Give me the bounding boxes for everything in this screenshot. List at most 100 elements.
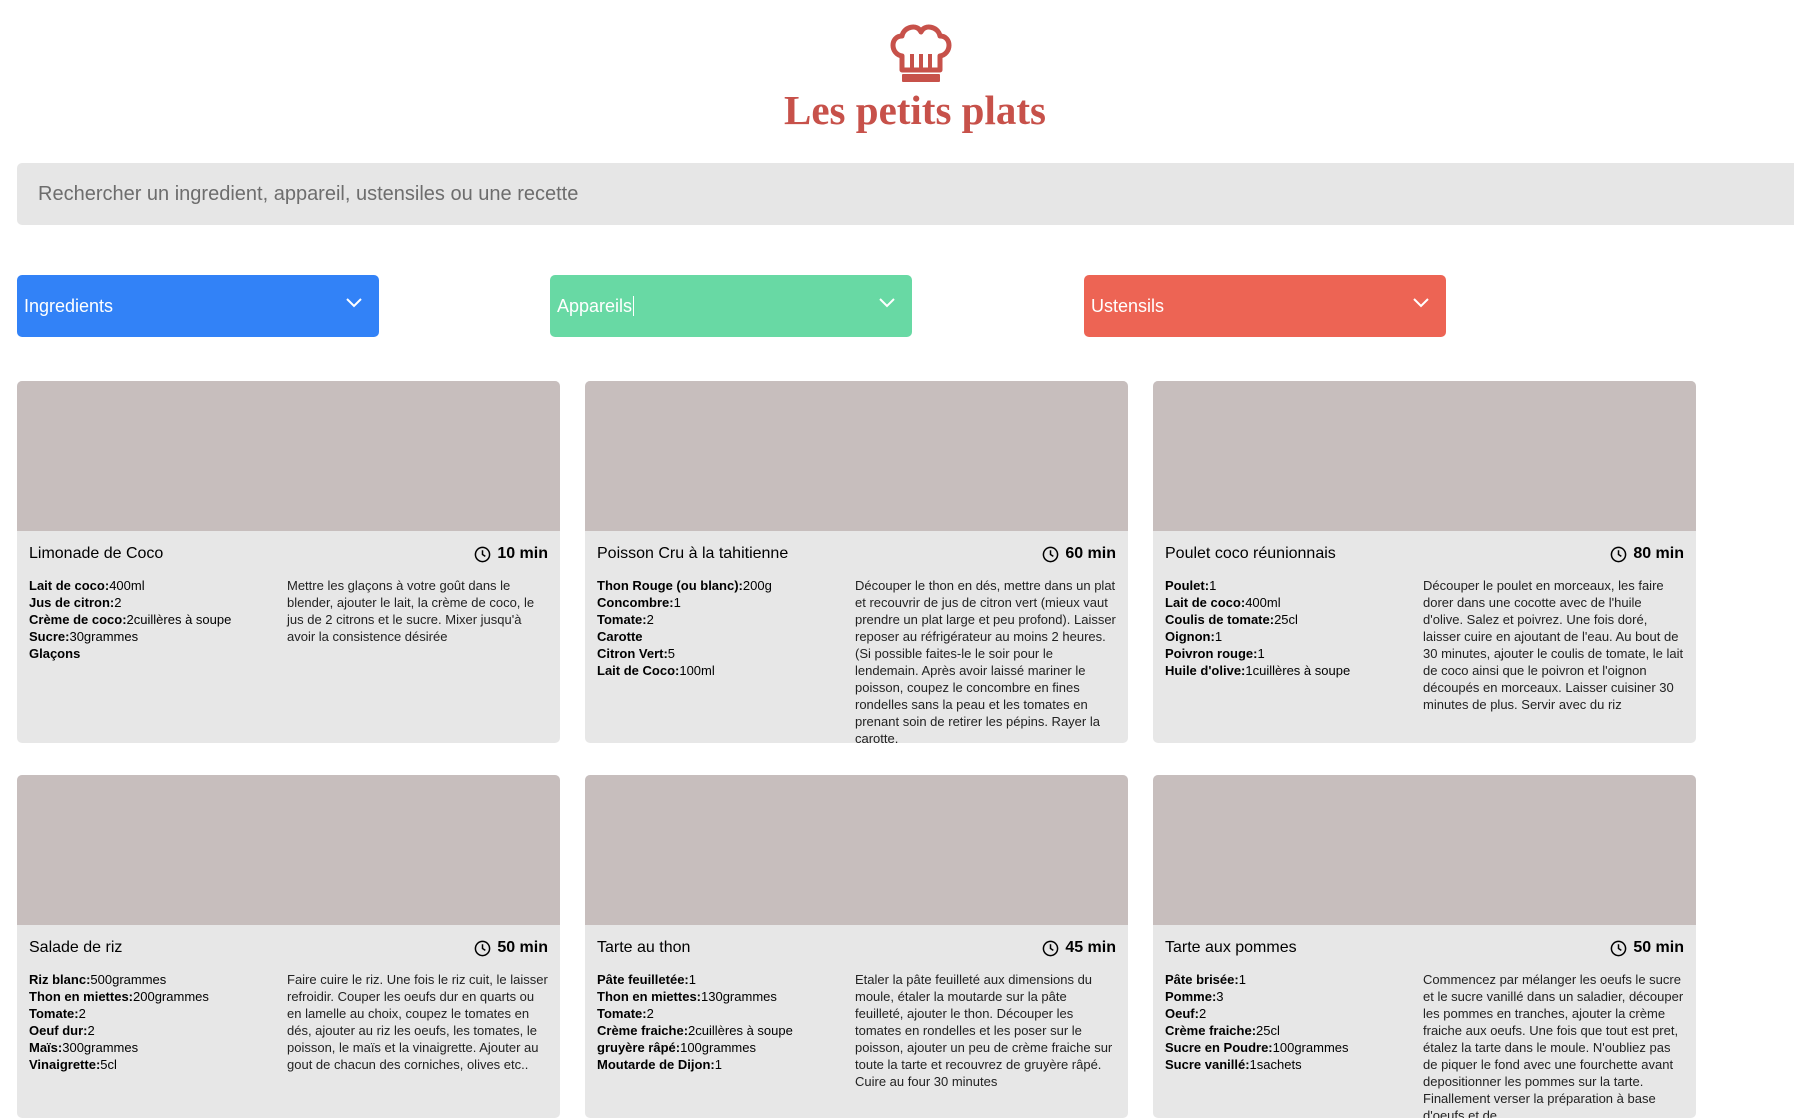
ingredient-item: Sucre en Poudre:100grammes	[1165, 1039, 1415, 1056]
ingredient-name: Lait de coco:	[29, 578, 110, 593]
ingredient-item: gruyère râpé:100grammes	[597, 1039, 847, 1056]
ingredient-item: Sucre vanillé:1sachets	[1165, 1056, 1415, 1073]
ingredient-name: Thon en miettes:	[597, 989, 702, 1004]
ingredient-quantity: 1cuillères à soupe	[1245, 663, 1351, 678]
ingredients-dropdown[interactable]: Ingredients	[17, 275, 379, 337]
recipe-card[interactable]: Salade de riz 50 min Riz blanc:500gramme…	[17, 775, 560, 1118]
ingredient-item: Lait de coco:400ml	[1165, 594, 1415, 611]
ingredient-name: Carotte	[597, 629, 643, 644]
ingredient-item: Pâte brisée:1	[1165, 971, 1415, 988]
ingredient-name: Lait de Coco:	[597, 663, 680, 678]
ingredient-name: Thon en miettes:	[29, 989, 134, 1004]
ustensils-dropdown[interactable]: Ustensils	[1084, 275, 1446, 337]
recipe-title: Salade de riz	[29, 939, 123, 956]
recipe-card[interactable]: Poisson Cru à la tahitienne 60 min Thon …	[585, 381, 1128, 743]
dropdown-label: Appareils	[557, 295, 633, 316]
ingredient-name: Oignon:	[1165, 629, 1215, 644]
ingredient-quantity: 1	[1214, 629, 1223, 644]
ingredient-name: Crème fraiche:	[597, 1023, 689, 1038]
ingredient-name: Vinaigrette:	[29, 1057, 101, 1072]
recipe-image	[1153, 775, 1696, 925]
ingredient-list: Poulet:1 Lait de coco:400ml Coulis de toma…	[1165, 577, 1415, 679]
header: Les petits plats	[0, 0, 1794, 150]
recipe-time: 50 min	[1610, 939, 1684, 957]
recipe-header: Tarte aux pommes 50 min	[1165, 939, 1684, 961]
ingredient-list: Thon Rouge (ou blanc):200g Concombre:1 Tom…	[597, 577, 847, 679]
ingredient-name: Tomate:	[29, 1006, 79, 1021]
ingredient-quantity: 300grammes	[62, 1040, 139, 1055]
recipe-image	[17, 381, 560, 531]
search-input[interactable]	[17, 163, 1794, 225]
ingredient-quantity: 25cl	[1274, 612, 1298, 627]
ingredient-name: Sucre vanillé:	[1165, 1057, 1250, 1072]
ingredient-name: Maïs:	[29, 1040, 63, 1055]
ingredient-quantity: 2cuillères à soupe	[126, 612, 232, 627]
ingredient-list: Pâte feuilletée:1 Thon en miettes:130gram…	[597, 971, 847, 1073]
ingredient-quantity: 2	[1198, 1006, 1207, 1021]
ingredient-list: Lait de coco:400ml Jus de citron:2 Crème d…	[29, 577, 279, 662]
ingredient-item: Tomate:2	[597, 1005, 847, 1022]
dropdown-label: Ustensils	[1091, 295, 1165, 316]
ingredient-item: Lait de coco:400ml	[29, 577, 279, 594]
ingredient-item: Thon en miettes:130grammes	[597, 988, 847, 1005]
ingredient-name: Crème fraiche:	[1165, 1023, 1257, 1038]
ingredient-item: Citron Vert:5	[597, 645, 847, 662]
recipe-image	[1153, 381, 1696, 531]
ingredient-quantity: 1sachets	[1249, 1057, 1302, 1072]
ingredient-item: Glaçons	[29, 645, 279, 662]
ingredient-name: Pomme:	[1165, 989, 1217, 1004]
appareils-dropdown[interactable]: Appareils	[550, 275, 912, 337]
ingredient-quantity: 2	[78, 1006, 86, 1021]
ingredient-item: Oeuf:2	[1165, 1005, 1415, 1022]
chevron-down-icon	[1413, 298, 1429, 308]
recipe-time-value: 50 min	[1633, 939, 1684, 956]
ingredient-name: Tomate:	[597, 612, 647, 627]
ingredient-item: Crème fraiche:2cuillères à soupe	[597, 1022, 847, 1039]
ingredient-name: Pâte feuilletée:	[597, 972, 689, 987]
ingredient-item: Sucre:30grammes	[29, 628, 279, 645]
ingredient-name: Oeuf dur:	[29, 1023, 88, 1038]
ingredient-quantity: 500grammes	[90, 972, 167, 987]
ingredient-item: Pomme:3	[1165, 988, 1415, 1005]
recipe-description: Mettre les glaçons à votre goût dans le …	[287, 578, 535, 644]
ingredient-name: Coulis de tomate:	[1165, 612, 1275, 627]
recipe-card[interactable]: Poulet coco réunionnais 80 min Poulet:1 L…	[1153, 381, 1696, 743]
recipe-time-value: 80 min	[1633, 545, 1684, 562]
ingredient-item: Carotte	[597, 628, 847, 645]
ingredient-quantity: 30grammes	[69, 629, 139, 644]
ingredient-quantity: 130grammes	[701, 989, 777, 1004]
ingredient-item: Thon Rouge (ou blanc):200g	[597, 577, 847, 594]
ingredient-name: Riz blanc:	[29, 972, 91, 987]
ingredient-name: Citron Vert:	[597, 646, 668, 661]
ingredient-name: Thon Rouge (ou blanc):	[597, 578, 743, 593]
recipe-time-value: 10 min	[497, 545, 548, 562]
ingredient-item: Crème de coco:2cuillères à soupe	[29, 611, 279, 628]
recipe-time: 50 min	[474, 939, 548, 957]
ingredient-quantity: 100grammes	[1272, 1040, 1349, 1055]
clock-icon	[474, 546, 491, 562]
ingredient-name: Moutarde de Dijon:	[597, 1057, 715, 1072]
recipe-card[interactable]: Limonade de Coco 10 min Lait de coco:400…	[17, 381, 560, 743]
ingredient-name: Huile d'olive:	[1165, 663, 1246, 678]
ingredient-item: Riz blanc:500grammes	[29, 971, 279, 988]
ingredient-item: Lait de Coco:100ml	[597, 662, 847, 679]
ingredient-item: Tomate:2	[29, 1005, 279, 1022]
recipe-header: Salade de riz 50 min	[29, 939, 548, 961]
ingredient-name: Pâte brisée:	[1165, 972, 1239, 987]
ingredient-list: Riz blanc:500grammes Thon en miettes:200g…	[29, 971, 279, 1073]
recipe-card[interactable]: Tarte au thon 45 min Pâte feuilletée:1 Th…	[585, 775, 1128, 1118]
ingredient-quantity: 200grammes	[133, 989, 209, 1004]
ingredient-quantity: 100grammes	[680, 1040, 756, 1055]
ingredient-quantity: 25cl	[1256, 1023, 1280, 1038]
ingredient-item: Coulis de tomate:25cl	[1165, 611, 1415, 628]
recipe-header: Limonade de Coco 10 min	[29, 545, 548, 567]
chevron-down-icon	[879, 298, 895, 308]
ingredient-name: Lait de coco:	[1165, 595, 1246, 610]
ingredient-item: Vinaigrette:5cl	[29, 1056, 279, 1073]
ingredient-quantity: 2	[114, 595, 122, 610]
ingredient-quantity: 200g	[742, 578, 772, 593]
recipe-card[interactable]: Tarte aux pommes 50 min Pâte brisée:1 Pom…	[1153, 775, 1696, 1118]
ingredient-quantity: 400ml	[109, 578, 145, 593]
chevron-down-icon	[346, 298, 362, 308]
ingredient-item: Huile d'olive:1cuillères à soupe	[1165, 662, 1415, 679]
